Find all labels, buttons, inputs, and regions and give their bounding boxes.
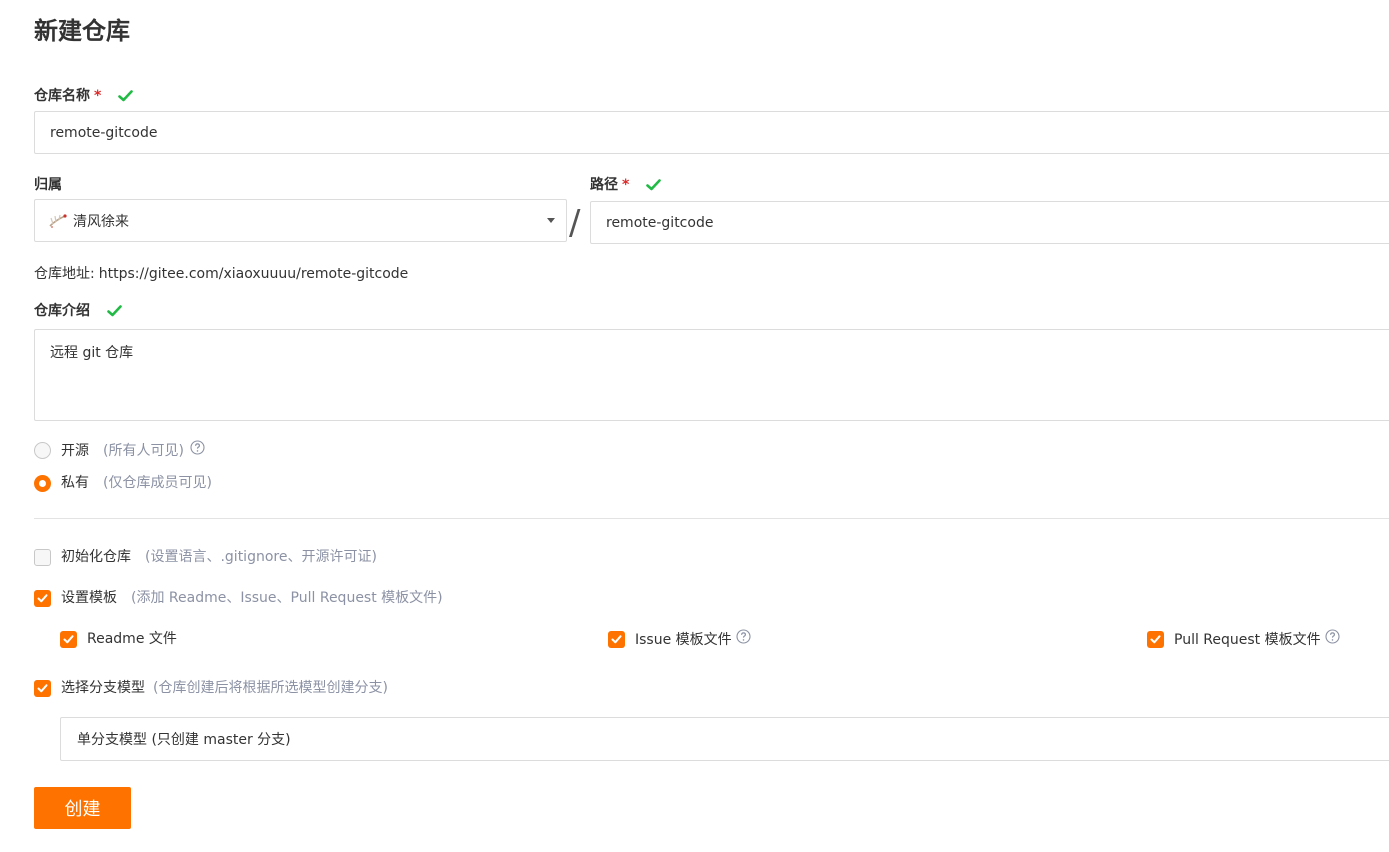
path-separator: /	[569, 203, 581, 243]
intro-label-row: 仓库介绍	[34, 301, 122, 323]
template-pull-request-option[interactable]: Pull Request 模板文件	[1147, 629, 1340, 650]
path-value: remote-gitcode	[606, 214, 714, 231]
caret-down-icon	[547, 218, 555, 223]
radio-private[interactable]	[34, 474, 51, 492]
avatar	[47, 210, 69, 232]
template-issue-option[interactable]: Issue 模板文件	[608, 629, 751, 650]
intro-label: 仓库介绍	[34, 303, 90, 319]
visibility-option-private[interactable]: 私有 (仅仓库成员可见)	[34, 473, 212, 493]
templates-label: 设置模板	[61, 590, 117, 606]
templates-hint: (添加 Readme、Issue、Pull Request 模板文件)	[131, 590, 443, 606]
init-repo-option[interactable]: 初始化仓库 (设置语言、.gitignore、开源许可证)	[34, 547, 377, 567]
init-repo-label: 初始化仓库	[61, 549, 131, 565]
owner-select[interactable]: 清风徐来	[34, 199, 567, 242]
repo-address-label: 仓库地址:	[34, 266, 95, 282]
intro-textarea[interactable]: 远程 git 仓库	[34, 329, 1389, 421]
check-icon	[646, 177, 662, 197]
required-mark: *	[94, 88, 102, 104]
create-button[interactable]: 创建	[34, 787, 131, 829]
init-repo-checkbox[interactable]	[34, 548, 51, 566]
radio-public[interactable]	[34, 442, 51, 459]
branch-model-option[interactable]: 选择分支模型 (仓库创建后将根据所选模型创建分支)	[34, 678, 388, 698]
template-readme-option[interactable]: Readme 文件	[60, 629, 177, 649]
branch-model-select[interactable]: 单分支模型 (只创建 master 分支)	[60, 717, 1389, 761]
question-circle-icon[interactable]	[1325, 629, 1340, 650]
pull-request-checkbox[interactable]	[1147, 631, 1164, 648]
issue-checkbox[interactable]	[608, 631, 625, 648]
repo-name-input[interactable]: remote-gitcode	[34, 111, 1389, 154]
pull-request-label: Pull Request 模板文件	[1174, 631, 1321, 648]
question-circle-icon[interactable]	[736, 629, 751, 650]
readme-checkbox[interactable]	[60, 630, 77, 648]
branch-model-label: 选择分支模型	[61, 680, 145, 696]
path-label: 路径	[590, 177, 618, 193]
required-mark: *	[622, 177, 630, 193]
repo-address-url: https://gitee.com/xiaoxuuuu/remote-gitco…	[98, 266, 409, 282]
visibility-option-public[interactable]: 开源 (所有人可见)	[34, 440, 205, 461]
visibility-public-hint: (所有人可见)	[103, 442, 184, 459]
visibility-public-label: 开源	[61, 442, 89, 459]
page-title: 新建仓库	[34, 17, 130, 45]
templates-checkbox[interactable]	[34, 589, 51, 607]
owner-value: 清风徐来	[73, 213, 129, 230]
check-icon	[118, 88, 134, 108]
branch-model-checkbox[interactable]	[34, 679, 51, 697]
owner-label: 归属	[34, 177, 62, 193]
path-input[interactable]: remote-gitcode	[590, 201, 1389, 244]
branch-model-hint: (仓库创建后将根据所选模型创建分支)	[153, 680, 388, 696]
question-circle-icon[interactable]	[190, 440, 205, 461]
repo-name-label: 仓库名称	[34, 88, 90, 104]
issue-label: Issue 模板文件	[635, 631, 732, 648]
templates-option[interactable]: 设置模板 (添加 Readme、Issue、Pull Request 模板文件)	[34, 588, 443, 608]
branch-model-value: 单分支模型 (只创建 master 分支)	[77, 732, 291, 748]
repo-address: 仓库地址: https://gitee.com/xiaoxuuuu/remote-…	[34, 264, 408, 284]
visibility-private-label: 私有	[61, 475, 89, 491]
check-icon	[107, 303, 122, 323]
init-repo-hint: (设置语言、.gitignore、开源许可证)	[145, 549, 377, 565]
repo-name-value: remote-gitcode	[50, 124, 158, 141]
intro-value: 远程 git 仓库	[50, 345, 134, 361]
visibility-private-hint: (仅仓库成员可见)	[103, 475, 212, 491]
path-label-row: 路径 *	[590, 175, 662, 197]
repo-name-label-row: 仓库名称 *	[34, 86, 134, 108]
readme-label: Readme 文件	[87, 631, 177, 647]
divider	[34, 518, 1389, 519]
